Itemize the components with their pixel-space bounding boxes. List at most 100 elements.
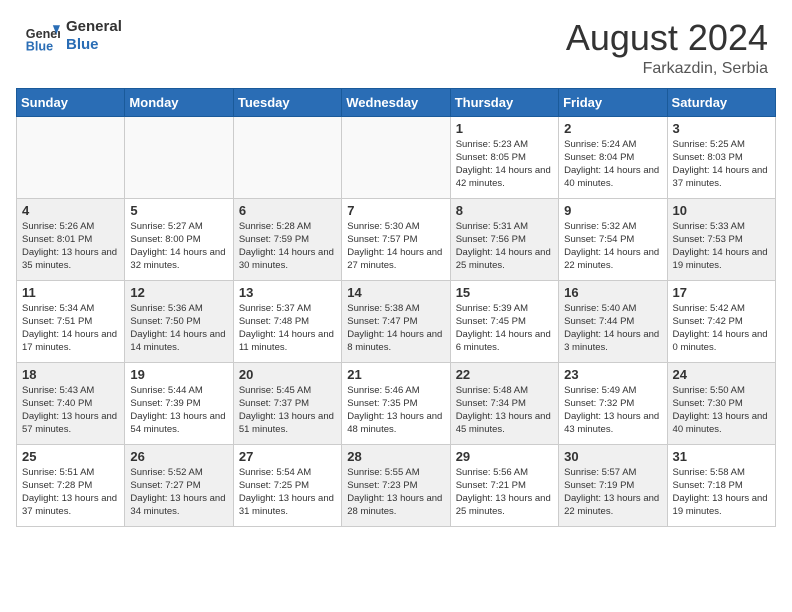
calendar-cell: 12 Sunrise: 5:36 AMSunset: 7:50 PMDayligh… xyxy=(125,280,233,362)
calendar-cell: 8 Sunrise: 5:31 AMSunset: 7:56 PMDaylight… xyxy=(450,198,558,280)
day-number: 17 xyxy=(673,285,770,300)
svg-text:Blue: Blue xyxy=(26,39,53,53)
day-number: 25 xyxy=(22,449,119,464)
day-info: Sunrise: 5:24 AMSunset: 8:04 PMDaylight:… xyxy=(564,138,661,191)
day-info: Sunrise: 5:52 AMSunset: 7:27 PMDaylight:… xyxy=(130,466,227,519)
calendar-cell: 21 Sunrise: 5:46 AMSunset: 7:35 PMDayligh… xyxy=(342,362,450,444)
day-number: 9 xyxy=(564,203,661,218)
weekday-header-row: SundayMondayTuesdayWednesdayThursdayFrid… xyxy=(17,88,776,116)
day-number: 12 xyxy=(130,285,227,300)
day-info: Sunrise: 5:37 AMSunset: 7:48 PMDaylight:… xyxy=(239,302,336,355)
week-row-5: 25Sunrise: 5:51 AMSunset: 7:28 PMDayligh… xyxy=(17,444,776,526)
calendar-cell: 7Sunrise: 5:30 AMSunset: 7:57 PMDaylight… xyxy=(342,198,450,280)
weekday-header-monday: Monday xyxy=(125,88,233,116)
day-info: Sunrise: 5:43 AMSunset: 7:40 PMDaylight:… xyxy=(22,384,119,437)
day-number: 21 xyxy=(347,367,444,382)
month-year: August 2024 xyxy=(566,18,768,58)
day-number: 13 xyxy=(239,285,336,300)
day-info: Sunrise: 5:58 AMSunset: 7:18 PMDaylight:… xyxy=(673,466,770,519)
day-number: 10 xyxy=(673,203,770,218)
day-info: Sunrise: 5:38 AMSunset: 7:47 PMDaylight:… xyxy=(347,302,444,355)
day-info: Sunrise: 5:57 AMSunset: 7:19 PMDaylight:… xyxy=(564,466,661,519)
day-number: 23 xyxy=(564,367,661,382)
day-info: Sunrise: 5:40 AMSunset: 7:44 PMDaylight:… xyxy=(564,302,661,355)
day-number: 19 xyxy=(130,367,227,382)
calendar-cell: 15Sunrise: 5:39 AMSunset: 7:45 PMDayligh… xyxy=(450,280,558,362)
day-info: Sunrise: 5:49 AMSunset: 7:32 PMDaylight:… xyxy=(564,384,661,437)
day-number: 1 xyxy=(456,121,553,136)
logo: General Blue General Blue xyxy=(24,18,122,54)
day-info: Sunrise: 5:48 AMSunset: 7:34 PMDaylight:… xyxy=(456,384,553,437)
day-number: 30 xyxy=(564,449,661,464)
day-number: 14 xyxy=(347,285,444,300)
calendar-cell: 10 Sunrise: 5:33 AMSunset: 7:53 PMDayligh… xyxy=(667,198,775,280)
calendar-cell: 22 Sunrise: 5:48 AMSunset: 7:34 PMDayligh… xyxy=(450,362,558,444)
calendar-cell: 30 Sunrise: 5:57 AMSunset: 7:19 PMDayligh… xyxy=(559,444,667,526)
day-info: Sunrise: 5:27 AMSunset: 8:00 PMDaylight:… xyxy=(130,220,227,273)
week-row-4: 18Sunrise: 5:43 AMSunset: 7:40 PMDayligh… xyxy=(17,362,776,444)
day-info: Sunrise: 5:50 AMSunset: 7:30 PMDaylight:… xyxy=(673,384,770,437)
day-info: Sunrise: 5:46 AMSunset: 7:35 PMDaylight:… xyxy=(347,384,444,437)
day-number: 28 xyxy=(347,449,444,464)
day-number: 8 xyxy=(456,203,553,218)
calendar-cell: 9 Sunrise: 5:32 AMSunset: 7:54 PMDaylight… xyxy=(559,198,667,280)
logo-blue: Blue xyxy=(66,36,122,54)
day-number: 4 xyxy=(22,203,119,218)
calendar: SundayMondayTuesdayWednesdayThursdayFrid… xyxy=(16,88,776,527)
day-number: 22 xyxy=(456,367,553,382)
day-number: 15 xyxy=(456,285,553,300)
calendar-cell: 31 Sunrise: 5:58 AMSunset: 7:18 PMDayligh… xyxy=(667,444,775,526)
weekday-header-tuesday: Tuesday xyxy=(233,88,341,116)
day-info: Sunrise: 5:25 AMSunset: 8:03 PMDaylight:… xyxy=(673,138,770,191)
day-info: Sunrise: 5:30 AMSunset: 7:57 PMDaylight:… xyxy=(347,220,444,273)
weekday-header-friday: Friday xyxy=(559,88,667,116)
location: Farkazdin, Serbia xyxy=(566,60,768,78)
day-info: Sunrise: 5:56 AMSunset: 7:21 PMDaylight:… xyxy=(456,466,553,519)
week-row-1: 1 Sunrise: 5:23 AMSunset: 8:05 PMDaylight… xyxy=(17,116,776,198)
day-number: 6 xyxy=(239,203,336,218)
day-info: Sunrise: 5:23 AMSunset: 8:05 PMDaylight:… xyxy=(456,138,553,191)
calendar-cell: 18Sunrise: 5:43 AMSunset: 7:40 PMDayligh… xyxy=(17,362,125,444)
calendar-cell: 1 Sunrise: 5:23 AMSunset: 8:05 PMDaylight… xyxy=(450,116,558,198)
title-area: August 2024 Farkazdin, Serbia xyxy=(566,18,768,78)
day-number: 26 xyxy=(130,449,227,464)
day-info: Sunrise: 5:34 AMSunset: 7:51 PMDaylight:… xyxy=(22,302,119,355)
weekday-header-sunday: Sunday xyxy=(17,88,125,116)
day-number: 5 xyxy=(130,203,227,218)
day-number: 29 xyxy=(456,449,553,464)
day-number: 11 xyxy=(22,285,119,300)
day-number: 20 xyxy=(239,367,336,382)
day-info: Sunrise: 5:55 AMSunset: 7:23 PMDaylight:… xyxy=(347,466,444,519)
day-info: Sunrise: 5:28 AMSunset: 7:59 PMDaylight:… xyxy=(239,220,336,273)
calendar-cell: 16 Sunrise: 5:40 AMSunset: 7:44 PMDayligh… xyxy=(559,280,667,362)
calendar-cell: 2Sunrise: 5:24 AMSunset: 8:04 PMDaylight… xyxy=(559,116,667,198)
logo-icon: General Blue xyxy=(24,18,60,54)
calendar-cell: 4 Sunrise: 5:26 AMSunset: 8:01 PMDaylight… xyxy=(17,198,125,280)
day-number: 31 xyxy=(673,449,770,464)
calendar-cell: 26 Sunrise: 5:52 AMSunset: 7:27 PMDayligh… xyxy=(125,444,233,526)
calendar-cell: 29 Sunrise: 5:56 AMSunset: 7:21 PMDayligh… xyxy=(450,444,558,526)
day-info: Sunrise: 5:36 AMSunset: 7:50 PMDaylight:… xyxy=(130,302,227,355)
day-number: 27 xyxy=(239,449,336,464)
calendar-cell: 24Sunrise: 5:50 AMSunset: 7:30 PMDayligh… xyxy=(667,362,775,444)
calendar-cell xyxy=(125,116,233,198)
calendar-cell xyxy=(17,116,125,198)
day-info: Sunrise: 5:26 AMSunset: 8:01 PMDaylight:… xyxy=(22,220,119,273)
calendar-cell: 17Sunrise: 5:42 AMSunset: 7:42 PMDayligh… xyxy=(667,280,775,362)
calendar-cell: 20 Sunrise: 5:45 AMSunset: 7:37 PMDayligh… xyxy=(233,362,341,444)
week-row-3: 11 Sunrise: 5:34 AMSunset: 7:51 PMDayligh… xyxy=(17,280,776,362)
calendar-cell: 14 Sunrise: 5:38 AMSunset: 7:47 PMDayligh… xyxy=(342,280,450,362)
calendar-cell: 28 Sunrise: 5:55 AMSunset: 7:23 PMDayligh… xyxy=(342,444,450,526)
day-info: Sunrise: 5:45 AMSunset: 7:37 PMDaylight:… xyxy=(239,384,336,437)
day-info: Sunrise: 5:31 AMSunset: 7:56 PMDaylight:… xyxy=(456,220,553,273)
weekday-header-thursday: Thursday xyxy=(450,88,558,116)
day-info: Sunrise: 5:54 AMSunset: 7:25 PMDaylight:… xyxy=(239,466,336,519)
calendar-cell: 5 Sunrise: 5:27 AMSunset: 8:00 PMDaylight… xyxy=(125,198,233,280)
day-info: Sunrise: 5:33 AMSunset: 7:53 PMDaylight:… xyxy=(673,220,770,273)
calendar-cell: 11 Sunrise: 5:34 AMSunset: 7:51 PMDayligh… xyxy=(17,280,125,362)
day-number: 16 xyxy=(564,285,661,300)
day-info: Sunrise: 5:32 AMSunset: 7:54 PMDaylight:… xyxy=(564,220,661,273)
calendar-cell: 19Sunrise: 5:44 AMSunset: 7:39 PMDayligh… xyxy=(125,362,233,444)
calendar-cell: 3Sunrise: 5:25 AMSunset: 8:03 PMDaylight… xyxy=(667,116,775,198)
calendar-cell: 27 Sunrise: 5:54 AMSunset: 7:25 PMDayligh… xyxy=(233,444,341,526)
